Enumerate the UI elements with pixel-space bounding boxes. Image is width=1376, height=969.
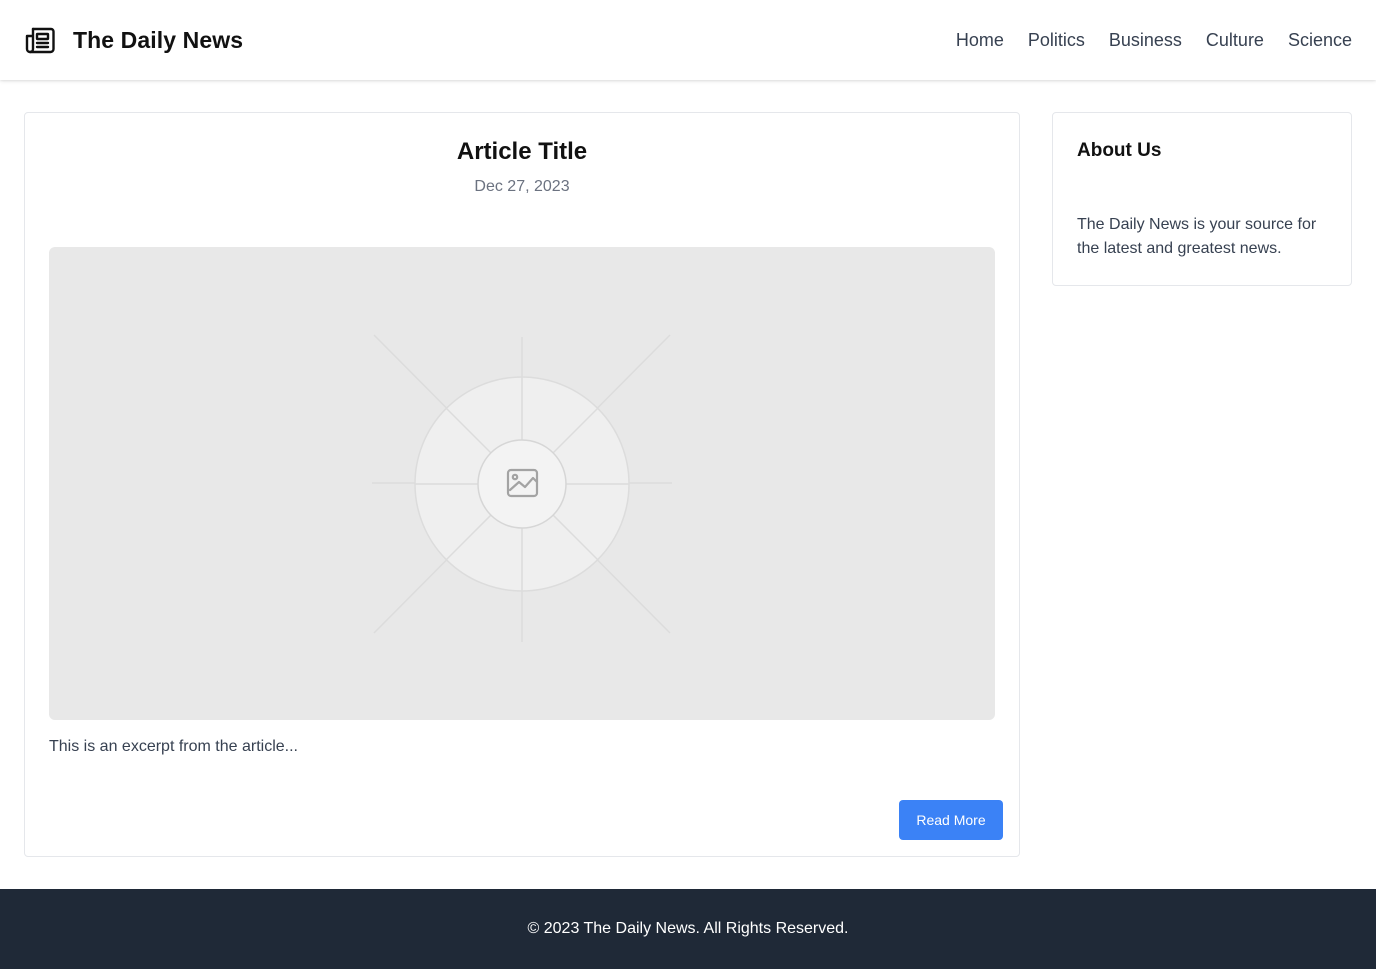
nav-politics[interactable]: Politics	[1028, 30, 1085, 51]
article-title[interactable]: Article Title	[25, 138, 1019, 166]
about-card: About Us The Daily News is your source f…	[1052, 112, 1352, 286]
article-image[interactable]	[49, 247, 995, 720]
about-text: The Daily News is your source for the la…	[1077, 216, 1317, 257]
site-title[interactable]: The Daily News	[73, 27, 243, 54]
copyright-text: © 2023 The Daily News. All Rights Reserv…	[527, 920, 849, 937]
nav-home[interactable]: Home	[956, 30, 1004, 51]
brand[interactable]: The Daily News	[24, 24, 243, 56]
main-nav: Home Politics Business Culture Science	[956, 30, 1352, 51]
read-more-button[interactable]: Read More	[899, 800, 1003, 840]
article-date: Dec 27, 2023	[474, 178, 570, 195]
nav-culture[interactable]: Culture	[1206, 30, 1264, 51]
article-card: Article Title Dec 27, 2023 This is an ex…	[24, 112, 1020, 857]
site-header: The Daily News Home Politics Business Cu…	[0, 0, 1376, 80]
nav-science[interactable]: Science	[1288, 30, 1352, 51]
site-footer: © 2023 The Daily News. All Rights Reserv…	[0, 889, 1376, 969]
about-title: About Us	[1077, 140, 1162, 161]
article-excerpt: This is an excerpt from the article...	[49, 738, 298, 755]
nav-business[interactable]: Business	[1109, 30, 1182, 51]
newspaper-icon	[24, 24, 56, 56]
